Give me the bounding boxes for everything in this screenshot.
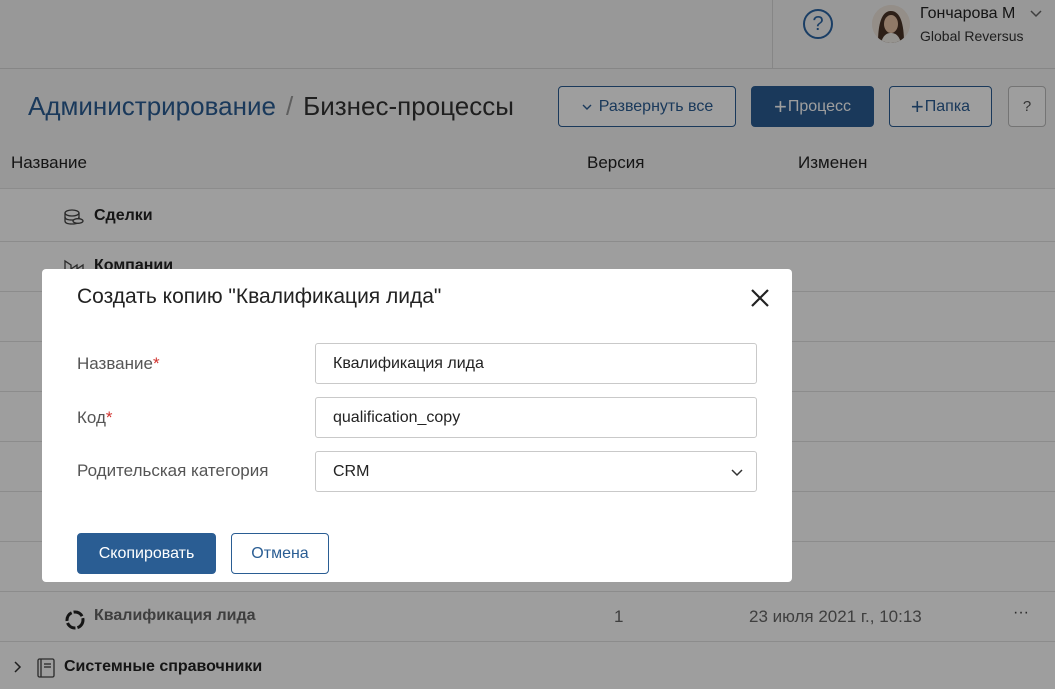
cancel-button[interactable]: Отмена — [231, 533, 329, 574]
code-input[interactable]: qualification_copy — [315, 397, 757, 438]
parent-category-label: Родительская категория — [77, 461, 269, 480]
close-icon[interactable] — [748, 286, 772, 310]
required-mark: * — [152, 354, 160, 373]
name-field-label: Название* — [77, 354, 160, 373]
parent-category-select[interactable]: CRM — [315, 451, 757, 492]
copy-button[interactable]: Скопировать — [77, 533, 216, 574]
dialog-title: Создать копию "Квалификация лида" — [77, 285, 442, 308]
parent-category-value: CRM — [333, 462, 370, 480]
code-field-label: Код* — [77, 408, 113, 427]
name-input[interactable]: Квалификация лида — [315, 343, 757, 384]
copy-dialog: Создать копию "Квалификация лида" Назван… — [42, 269, 792, 582]
chevron-down-icon — [731, 469, 743, 477]
required-mark: * — [105, 408, 113, 427]
